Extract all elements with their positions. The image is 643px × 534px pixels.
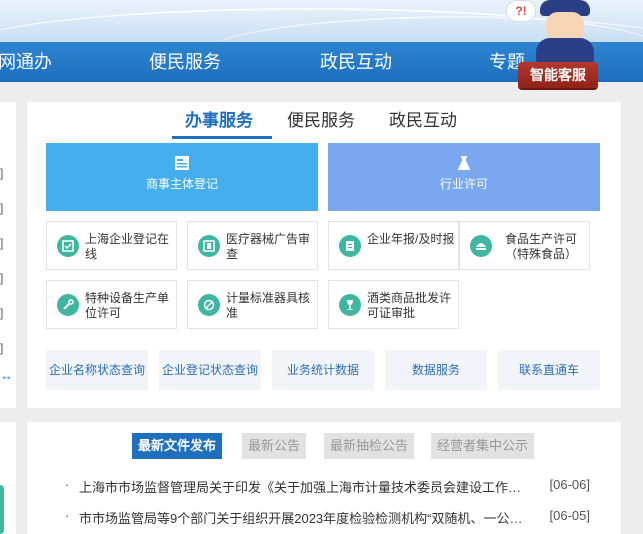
nav-item-convenience[interactable]: 便民服务 (149, 42, 221, 82)
link-contact[interactable]: 联系直通车 (498, 350, 600, 390)
tab-concentration-notices[interactable]: 经营者集中公示 (431, 433, 535, 459)
nav-item-interaction[interactable]: 政民互动 (320, 42, 392, 82)
list-bracket: ] (0, 201, 4, 215)
document-icon (175, 156, 189, 170)
service-tile-label: 计量标准器具核准 (226, 291, 311, 320)
service-tile-label: 企业年报/及时报 (367, 232, 455, 246)
industry-license-label: 行业许可 (439, 177, 488, 191)
service-panel: 办事服务 便民服务 政民互动 商事主体登记 行业许可 上海企业登记在线 医疗器械… (27, 102, 621, 408)
service-tile-annual-report[interactable]: 企业年报/及时报 (328, 221, 459, 270)
list-bracket: ] (0, 306, 4, 320)
bullet-icon: · (65, 477, 70, 492)
nav-item-online[interactable]: 网通办 (0, 42, 52, 82)
mascot-body (536, 38, 594, 62)
service-tile-medical-ad[interactable]: 医疗器械广告审查 (187, 221, 318, 270)
flask-icon (458, 156, 470, 170)
tab-sampling-notices[interactable]: 最新抽检公告 (324, 433, 415, 459)
business-registration-card[interactable]: 商事主体登记 (46, 143, 318, 211)
check-shield-icon (57, 235, 79, 257)
service-tile-liquor-wholesale[interactable]: 酒类商品批发许可证审批 (328, 280, 459, 329)
food-icon (470, 235, 492, 257)
news-title[interactable]: 上海市市场监督管理局关于印发《关于加强上海市计量技术委员会建设工作的意见》的通知 (79, 477, 534, 496)
bullet-icon: · (65, 508, 70, 523)
list-bracket: ] (0, 166, 4, 180)
measure-icon (198, 294, 220, 316)
service-tile-enterprise-registration[interactable]: 上海企业登记在线 (46, 221, 177, 270)
news-title[interactable]: 市市场监管局等9个部门关于组织开展2023年度检验检测机构“双随机、一公开”监督… (79, 508, 534, 527)
service-tile-food-license[interactable]: 食品生产许可（特殊食品） (459, 221, 590, 270)
service-tile-label: 医疗器械广告审查 (226, 232, 311, 261)
wrench-icon (57, 294, 79, 316)
business-registration-label: 商事主体登记 (145, 177, 218, 191)
service-tabs: 办事服务 便民服务 政民互动 (27, 102, 621, 140)
medical-ad-icon (198, 235, 220, 257)
service-tile-label: 酒类商品批发许可证审批 (367, 291, 452, 320)
link-statistics[interactable]: 业务统计数据 (272, 350, 374, 390)
service-tile-label: 上海企业登记在线 (85, 232, 170, 261)
tab-convenience[interactable]: 便民服务 (287, 106, 355, 131)
tab-latest-documents[interactable]: 最新文件发布 (132, 433, 223, 459)
link-data-service[interactable]: 数据服务 (385, 350, 487, 390)
list-bracket: ] (0, 341, 4, 355)
more-arrow-icon[interactable]: ↔ (0, 368, 13, 383)
service-tile-label: 食品生产许可（特殊食品） (504, 232, 577, 261)
list-bracket: ] (0, 271, 4, 285)
link-registration-status-query[interactable]: 企业登记状态查询 (159, 350, 261, 390)
active-tab-indicator (172, 136, 272, 139)
tab-affairs[interactable]: 办事服务 (185, 106, 253, 131)
news-date: [06-06] (549, 477, 590, 492)
wine-icon (339, 294, 361, 316)
question-bubble-icon: ?! (506, 0, 536, 22)
left-side-tab[interactable] (0, 485, 4, 534)
service-tile-special-equipment[interactable]: 特种设备生产单位许可 (46, 280, 177, 329)
left-panel: ] ] ] ] ] ] ↔ (0, 102, 16, 408)
industry-license-card[interactable]: 行业许可 (328, 143, 600, 211)
service-tile-measurement[interactable]: 计量标准器具核准 (187, 280, 318, 329)
report-icon (339, 235, 361, 257)
smart-service-mascot[interactable]: ?! 智能客服 (502, 0, 602, 90)
tab-latest-notices[interactable]: 最新公告 (242, 433, 307, 459)
news-panel: 最新文件发布 最新公告 最新抽检公告 经营者集中公示 · 上海市市场监督管理局关… (27, 422, 621, 534)
tab-interaction[interactable]: 政民互动 (389, 106, 457, 131)
list-bracket: ] (0, 236, 4, 250)
news-date: [06-05] (549, 508, 590, 523)
smart-service-label[interactable]: 智能客服 (518, 62, 598, 88)
service-tile-label: 特种设备生产单位许可 (85, 291, 170, 320)
link-name-status-query[interactable]: 企业名称状态查询 (46, 350, 148, 390)
